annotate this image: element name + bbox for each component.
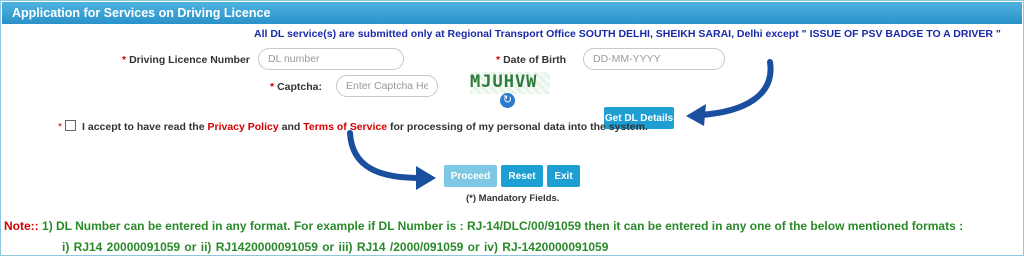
arrow-to-get-details-icon xyxy=(686,59,774,126)
annotation-arrows xyxy=(347,59,774,190)
arrow-to-proceed-icon xyxy=(347,130,436,190)
